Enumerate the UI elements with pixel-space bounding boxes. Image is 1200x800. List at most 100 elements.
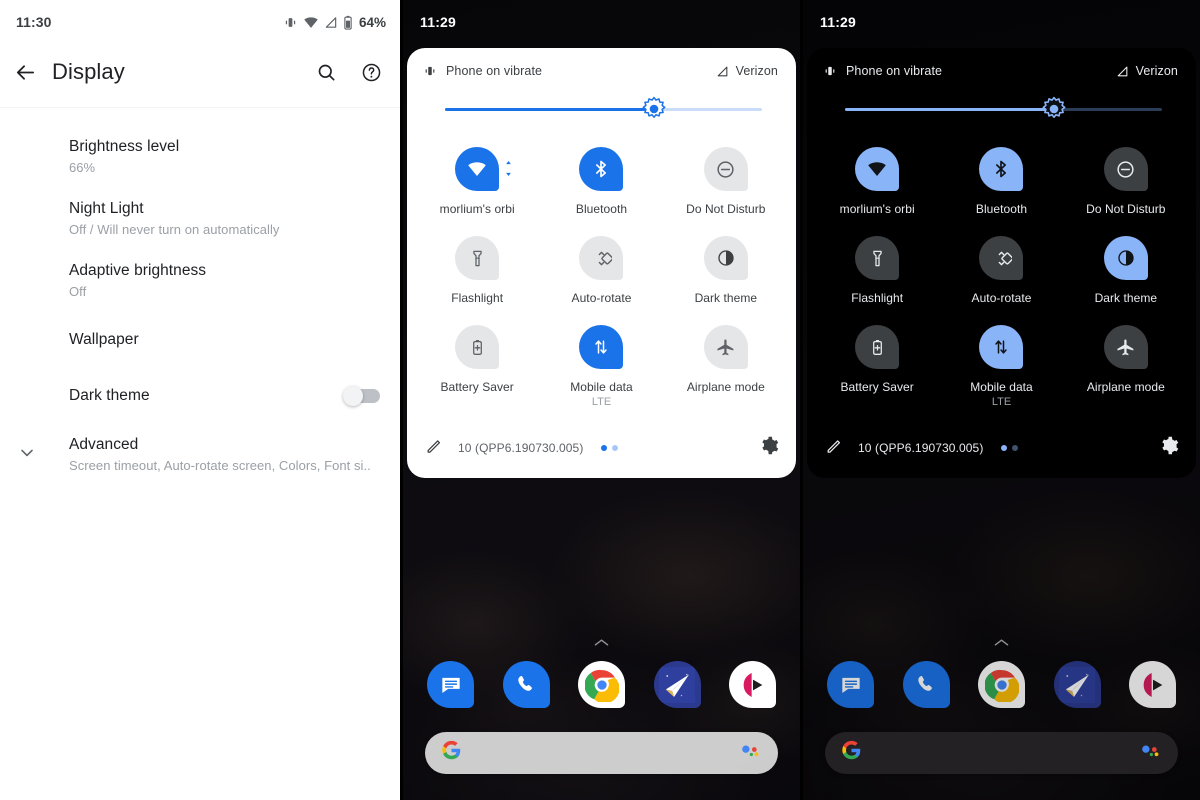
mail-app-icon[interactable] bbox=[653, 661, 701, 708]
page-dot bbox=[1012, 445, 1019, 451]
tile-sublabel: LTE bbox=[591, 396, 612, 408]
assistant-icon[interactable] bbox=[1140, 744, 1162, 763]
tile-flashlight[interactable]: Flashlight bbox=[815, 227, 939, 316]
tile-battery-saver[interactable]: Battery Saver bbox=[415, 316, 539, 418]
tile-do-not-disturb[interactable]: Do Not Disturb bbox=[1064, 138, 1188, 227]
ringer-label: Phone on vibrate bbox=[446, 64, 543, 78]
vibrate-icon bbox=[285, 17, 296, 27]
dark-theme-icon bbox=[703, 236, 748, 280]
setting-row-night-light[interactable]: Night Light Off / Will never turn on aut… bbox=[0, 188, 400, 250]
setting-title: Brightness level bbox=[69, 138, 180, 155]
gallery-app-icon[interactable] bbox=[1129, 661, 1176, 708]
tile-auto-rotate[interactable]: Auto-rotate bbox=[539, 227, 663, 316]
tile-label: Dark theme bbox=[694, 291, 758, 305]
brightness-slider[interactable] bbox=[845, 94, 1162, 124]
chevron-up-icon[interactable] bbox=[803, 638, 1200, 661]
slider-fill bbox=[445, 108, 655, 111]
tile-bluetooth[interactable]: Bluetooth bbox=[539, 138, 663, 227]
help-icon[interactable] bbox=[361, 62, 382, 83]
airplane-icon bbox=[703, 325, 748, 369]
quick-settings-tiles: morlium's orbi Bluetooth Do Not Disturb … bbox=[407, 138, 796, 418]
tile-dark-theme[interactable]: Dark theme bbox=[664, 227, 788, 316]
app-bar-actions bbox=[316, 62, 382, 83]
tile-flashlight[interactable]: Flashlight bbox=[415, 227, 539, 316]
setting-title: Dark theme bbox=[69, 387, 150, 404]
carrier-label: Verizon bbox=[1135, 64, 1178, 78]
dark-theme-toggle[interactable] bbox=[343, 386, 380, 406]
tile-airplane-mode[interactable]: Airplane mode bbox=[664, 316, 788, 418]
google-search-bar[interactable] bbox=[425, 732, 778, 774]
setting-subtitle: Off / Will never turn on automatically bbox=[69, 222, 280, 237]
brightness-sun-icon[interactable] bbox=[641, 96, 667, 122]
tile-airplane-mode[interactable]: Airplane mode bbox=[1064, 316, 1188, 418]
vibrate-icon bbox=[425, 66, 435, 76]
gallery-app-icon[interactable] bbox=[729, 661, 776, 708]
do-not-disturb-icon bbox=[703, 147, 748, 191]
tile-label: morlium's orbi bbox=[439, 202, 515, 216]
tile-battery-saver[interactable]: Battery Saver bbox=[815, 316, 939, 418]
mail-app-icon[interactable] bbox=[1053, 661, 1101, 708]
carrier-status[interactable]: Verizon bbox=[716, 64, 778, 78]
status-bar-clock: 11:30 bbox=[16, 14, 52, 30]
gear-icon[interactable] bbox=[1159, 435, 1180, 461]
tile-label: Dark theme bbox=[1094, 291, 1158, 305]
battery-icon bbox=[344, 15, 352, 30]
tile-auto-rotate[interactable]: Auto-rotate bbox=[939, 227, 1063, 316]
ringer-label: Phone on vibrate bbox=[846, 64, 943, 78]
setting-row-dark-theme[interactable]: Dark theme bbox=[0, 368, 400, 424]
pencil-edit-icon[interactable] bbox=[825, 436, 844, 460]
signal-icon bbox=[325, 16, 337, 28]
pencil-edit-icon[interactable] bbox=[425, 436, 444, 460]
tile-dark-theme[interactable]: Dark theme bbox=[1064, 227, 1188, 316]
ringer-status[interactable]: Phone on vibrate bbox=[423, 64, 542, 78]
search-icon[interactable] bbox=[316, 62, 337, 83]
back-arrow-icon[interactable] bbox=[14, 61, 37, 84]
chrome-app-icon[interactable] bbox=[978, 661, 1025, 708]
phone-app-icon[interactable] bbox=[902, 661, 950, 708]
app-bar: Display bbox=[0, 48, 400, 96]
assistant-icon[interactable] bbox=[740, 744, 762, 763]
tile-label: Auto-rotate bbox=[571, 291, 632, 305]
tile-label: Do Not Disturb bbox=[1086, 202, 1166, 216]
tile-wifi[interactable]: morlium's orbi bbox=[415, 138, 539, 227]
status-bar: 11:30 64% bbox=[0, 0, 400, 44]
status-bar: 11:29 bbox=[403, 0, 800, 44]
tile-mobile-data[interactable]: Mobile data LTE bbox=[939, 316, 1063, 418]
google-search-bar[interactable] bbox=[825, 732, 1178, 774]
status-bar: 11:29 bbox=[803, 0, 1200, 44]
messages-app-icon[interactable] bbox=[827, 661, 874, 708]
carrier-status[interactable]: Verizon bbox=[1116, 64, 1178, 78]
tile-label: Do Not Disturb bbox=[686, 202, 766, 216]
brightness-slider[interactable] bbox=[445, 94, 762, 124]
tile-label: Mobile data bbox=[970, 380, 1033, 394]
ringer-status[interactable]: Phone on vibrate bbox=[823, 64, 942, 78]
setting-subtitle: Screen timeout, Auto-rotate screen, Colo… bbox=[69, 458, 371, 473]
tile-mobile-data[interactable]: Mobile data LTE bbox=[539, 316, 663, 418]
tile-sublabel: LTE bbox=[991, 396, 1012, 408]
phone-app-icon[interactable] bbox=[502, 661, 550, 708]
bluetooth-icon bbox=[979, 147, 1024, 191]
tile-label: Airplane mode bbox=[1086, 380, 1165, 394]
tile-wifi[interactable]: morlium's orbi bbox=[815, 138, 939, 227]
gear-icon[interactable] bbox=[759, 435, 780, 461]
setting-row-adaptive-brightness[interactable]: Adaptive brightness Off bbox=[0, 250, 400, 312]
page-indicator bbox=[601, 445, 619, 451]
flashlight-icon bbox=[455, 236, 500, 280]
setting-row-wallpaper[interactable]: Wallpaper bbox=[0, 312, 400, 368]
auto-rotate-icon bbox=[979, 236, 1024, 280]
setting-title: Adaptive brightness bbox=[69, 262, 207, 279]
do-not-disturb-icon bbox=[1103, 147, 1148, 191]
settings-list: Brightness level 66% Night Light Off / W… bbox=[0, 108, 400, 486]
tile-bluetooth[interactable]: Bluetooth bbox=[939, 138, 1063, 227]
chevron-up-icon[interactable] bbox=[403, 638, 800, 661]
battery-saver-icon bbox=[455, 325, 500, 369]
brightness-sun-icon[interactable] bbox=[1041, 96, 1067, 122]
chevron-expand-icon[interactable] bbox=[504, 160, 513, 182]
mobile-data-icon bbox=[979, 325, 1024, 369]
tile-do-not-disturb[interactable]: Do Not Disturb bbox=[664, 138, 788, 227]
setting-title: Night Light bbox=[69, 200, 144, 217]
chrome-app-icon[interactable] bbox=[578, 661, 625, 708]
messages-app-icon[interactable] bbox=[427, 661, 474, 708]
setting-row-brightness-level[interactable]: Brightness level 66% bbox=[0, 126, 400, 188]
setting-row-advanced[interactable]: Advanced Screen timeout, Auto-rotate scr… bbox=[0, 424, 400, 486]
